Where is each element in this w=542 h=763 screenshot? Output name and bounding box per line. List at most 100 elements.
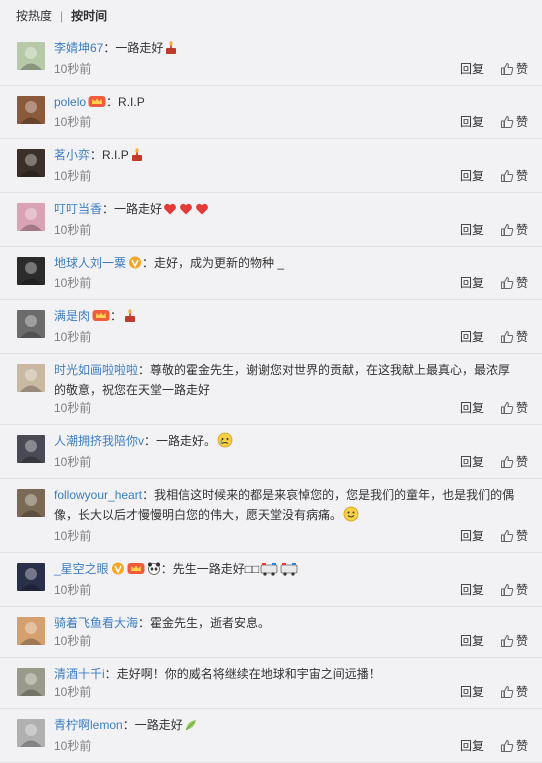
- comment-body: 霍金先生，逝者安息。: [150, 616, 271, 630]
- avatar[interactable]: [17, 489, 45, 517]
- like-label: 赞: [515, 685, 528, 699]
- comment-text: 人潮拥挤我陪你v：一路走好。: [54, 425, 528, 454]
- like-label: 赞: [515, 330, 528, 344]
- like-button[interactable]: 赞: [500, 529, 528, 543]
- username-link[interactable]: 地球人刘一粟: [54, 256, 126, 270]
- username-link[interactable]: polelo: [54, 95, 86, 109]
- heart-emoji-icon: [163, 202, 177, 222]
- timestamp: 10秒前: [54, 583, 92, 597]
- like-button[interactable]: 赞: [500, 401, 528, 415]
- avatar[interactable]: [17, 42, 45, 70]
- reply-button[interactable]: 回复: [460, 455, 484, 469]
- avatar[interactable]: [17, 203, 45, 231]
- avatar[interactable]: [17, 96, 45, 124]
- like-button[interactable]: 赞: [500, 330, 528, 344]
- reply-button[interactable]: 回复: [460, 330, 484, 344]
- reply-button[interactable]: 回复: [460, 583, 484, 597]
- reply-button[interactable]: 回复: [460, 223, 484, 237]
- like-label: 赞: [515, 583, 528, 597]
- comment-text: followyour_heart：我相信这时候来的都是来哀悼您的，您是我们的童年…: [54, 479, 528, 528]
- comment-item: polelo ：R.I.P 10秒前 回复 赞: [0, 86, 542, 139]
- heart-emoji-icon: [195, 202, 209, 222]
- avatar[interactable]: [17, 310, 45, 338]
- reply-button[interactable]: 回复: [460, 739, 484, 753]
- like-button[interactable]: 赞: [500, 115, 528, 129]
- name-separator: ：: [138, 616, 151, 630]
- reply-button[interactable]: 回复: [460, 685, 484, 699]
- reply-button[interactable]: 回复: [460, 115, 484, 129]
- avatar[interactable]: [17, 719, 45, 747]
- avatar[interactable]: [17, 364, 45, 392]
- timestamp: 10秒前: [54, 330, 92, 344]
- avatar[interactable]: [17, 257, 45, 285]
- name-separator: ：: [138, 363, 151, 377]
- comment-item: 茗小弈：R.I.P 10秒前 回复赞: [0, 139, 542, 193]
- username-link[interactable]: 清酒十千i: [54, 667, 105, 681]
- comment-body: 先生一路走好□□: [172, 562, 260, 576]
- thumbs-up-icon: [500, 634, 514, 652]
- comment-text: _星空之眼 ：先生一路走好□□: [54, 553, 528, 582]
- username-link[interactable]: 叮叮当香: [54, 202, 102, 216]
- like-label: 赞: [515, 455, 528, 469]
- comment-meta: 10秒前 回复 赞: [54, 400, 528, 424]
- comment-actions: 回复 赞: [460, 454, 528, 473]
- like-button[interactable]: 赞: [500, 223, 528, 237]
- timestamp: 10秒前: [54, 455, 92, 469]
- reply-button[interactable]: 回复: [460, 401, 484, 415]
- comment-meta: 10秒前 回复 赞: [54, 275, 528, 299]
- comment-item: 李婧坤67：一路走好 10秒前 回复 赞: [0, 32, 542, 86]
- comment-body: 一路走好: [115, 41, 164, 55]
- username-link[interactable]: 满是肉: [54, 309, 90, 323]
- username-link[interactable]: _星空之眼: [54, 562, 109, 576]
- comment-actions: 回复 赞: [460, 400, 528, 419]
- username-link[interactable]: 人潮拥挤我陪你v: [54, 434, 144, 448]
- name-separator: ：: [102, 202, 115, 216]
- reply-button[interactable]: 回复: [460, 529, 484, 543]
- username-link[interactable]: 骑着飞鱼看大海: [54, 616, 138, 630]
- avatar[interactable]: [17, 149, 45, 177]
- sort-separator: |: [60, 9, 64, 23]
- like-button[interactable]: 赞: [500, 62, 528, 76]
- comment-body: 一路走好。: [156, 434, 217, 448]
- reply-button[interactable]: 回复: [460, 634, 484, 648]
- comment-actions: 回复 赞: [460, 114, 528, 133]
- leaf-emoji-icon: [184, 718, 198, 738]
- username-link[interactable]: 茗小弈: [54, 148, 90, 162]
- like-label: 赞: [515, 169, 528, 183]
- like-button[interactable]: 赞: [500, 455, 528, 469]
- username-link[interactable]: 时光如画啦啦啦: [54, 363, 138, 377]
- reply-button[interactable]: 回复: [460, 276, 484, 290]
- reply-button[interactable]: 回复: [460, 62, 484, 76]
- candle-emoji-icon: [164, 41, 178, 61]
- username-link[interactable]: 李婧坤67: [54, 41, 103, 55]
- username-link[interactable]: 青柠啊lemon: [54, 718, 123, 732]
- comment-body: R.I.P: [118, 95, 145, 109]
- sort-by-hot[interactable]: 按热度: [16, 9, 52, 23]
- avatar[interactable]: [17, 563, 45, 591]
- like-button[interactable]: 赞: [500, 169, 528, 183]
- like-label: 赞: [515, 62, 528, 76]
- avatar[interactable]: [17, 668, 45, 696]
- reply-button[interactable]: 回复: [460, 169, 484, 183]
- sort-by-time[interactable]: 按时间: [71, 9, 107, 23]
- name-separator: ：: [103, 41, 116, 55]
- timestamp: 10秒前: [54, 62, 92, 76]
- like-button[interactable]: 赞: [500, 739, 528, 753]
- like-button[interactable]: 赞: [500, 685, 528, 699]
- comment-meta: 10秒前 回复 赞: [54, 168, 528, 192]
- like-button[interactable]: 赞: [500, 634, 528, 648]
- heart-emoji-icon: [179, 202, 193, 222]
- comment-meta: 10秒前 回复 赞: [54, 329, 528, 353]
- timestamp: 10秒前: [54, 529, 92, 543]
- comment-meta: 10秒前 回复 赞: [54, 684, 528, 708]
- like-button[interactable]: 赞: [500, 583, 528, 597]
- comment-text: 清酒十千i：走好啊！你的威名将继续在地球和宇宙之间远播！: [54, 658, 528, 684]
- comment-text: 青柠啊lemon：一路走好: [54, 709, 528, 738]
- thumbs-up-icon: [500, 62, 514, 80]
- like-label: 赞: [515, 276, 528, 290]
- avatar[interactable]: [17, 617, 45, 645]
- comment-text: 骑着飞鱼看大海：霍金先生，逝者安息。: [54, 607, 528, 633]
- like-button[interactable]: 赞: [500, 276, 528, 290]
- username-link[interactable]: followyour_heart: [54, 488, 142, 502]
- avatar[interactable]: [17, 435, 45, 463]
